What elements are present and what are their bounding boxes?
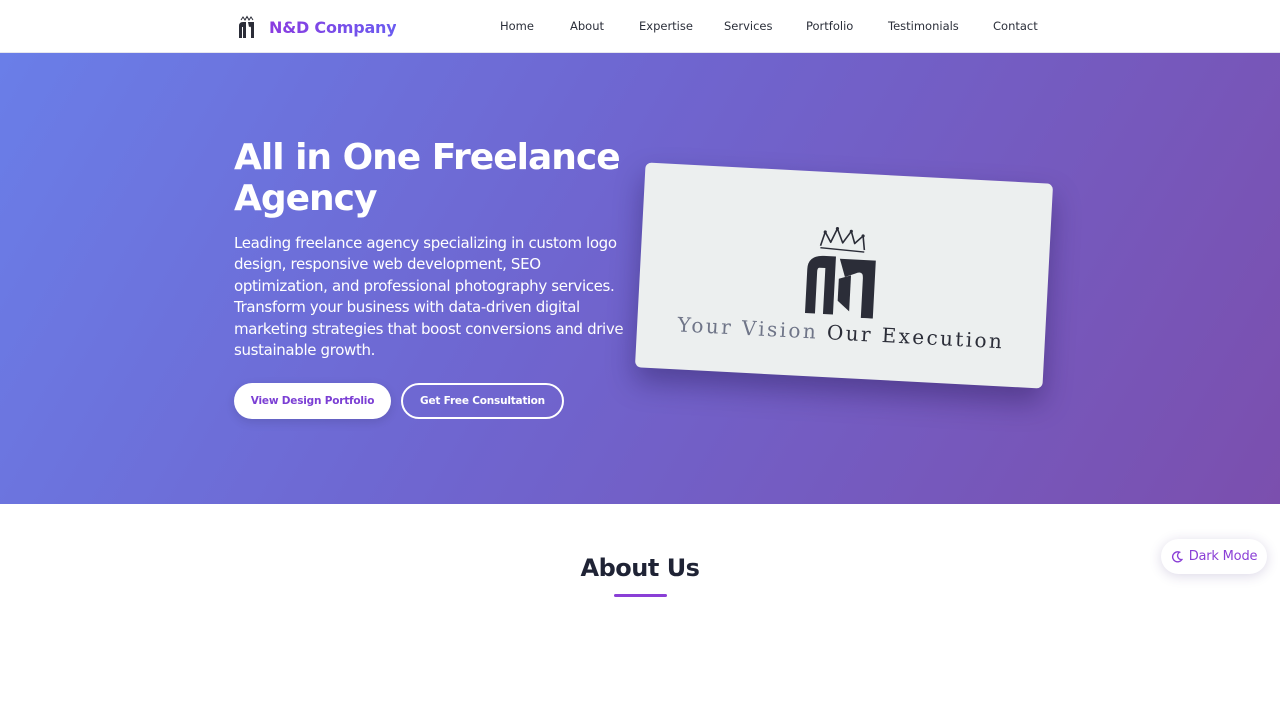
- moon-icon: [1171, 550, 1183, 563]
- dark-mode-label: Dark Mode: [1188, 549, 1258, 564]
- tagline-vision: Your Vision: [677, 312, 819, 344]
- dark-mode-toggle[interactable]: Dark Mode: [1161, 539, 1267, 574]
- nav-testimonials[interactable]: Testimonials: [888, 19, 959, 33]
- free-consultation-button[interactable]: Get Free Consultation: [401, 383, 564, 419]
- brand-name: N&D Company: [269, 17, 397, 37]
- tagline-execution: Our Execution: [826, 320, 1005, 354]
- hero-brand-card: Your Vision Our Execution: [634, 162, 1054, 389]
- hero-title: All in One Freelance Agency: [234, 137, 621, 219]
- brand-link[interactable]: N&D Company: [237, 14, 397, 40]
- hero-section: All in One Freelance Agency Leading free…: [0, 53, 1280, 504]
- nav-home[interactable]: Home: [500, 19, 534, 33]
- nav-portfolio[interactable]: Portfolio: [806, 19, 853, 33]
- about-heading: About Us: [580, 554, 700, 582]
- brand-logo-icon: [239, 15, 254, 38]
- nav-contact[interactable]: Contact: [993, 19, 1038, 33]
- nav-services[interactable]: Services: [724, 19, 773, 33]
- heading-underline: [614, 594, 667, 597]
- card-tagline: Your Vision Our Execution: [637, 310, 1046, 355]
- navbar: N&D Company Home About Expertise Service…: [0, 0, 1280, 53]
- hero-description: Leading freelance agency specializing in…: [234, 234, 624, 360]
- nav-about[interactable]: About: [570, 19, 604, 33]
- view-portfolio-button[interactable]: View Design Portfolio: [234, 383, 391, 419]
- brand-logo-icon: [804, 226, 876, 319]
- nav-expertise[interactable]: Expertise: [639, 19, 693, 33]
